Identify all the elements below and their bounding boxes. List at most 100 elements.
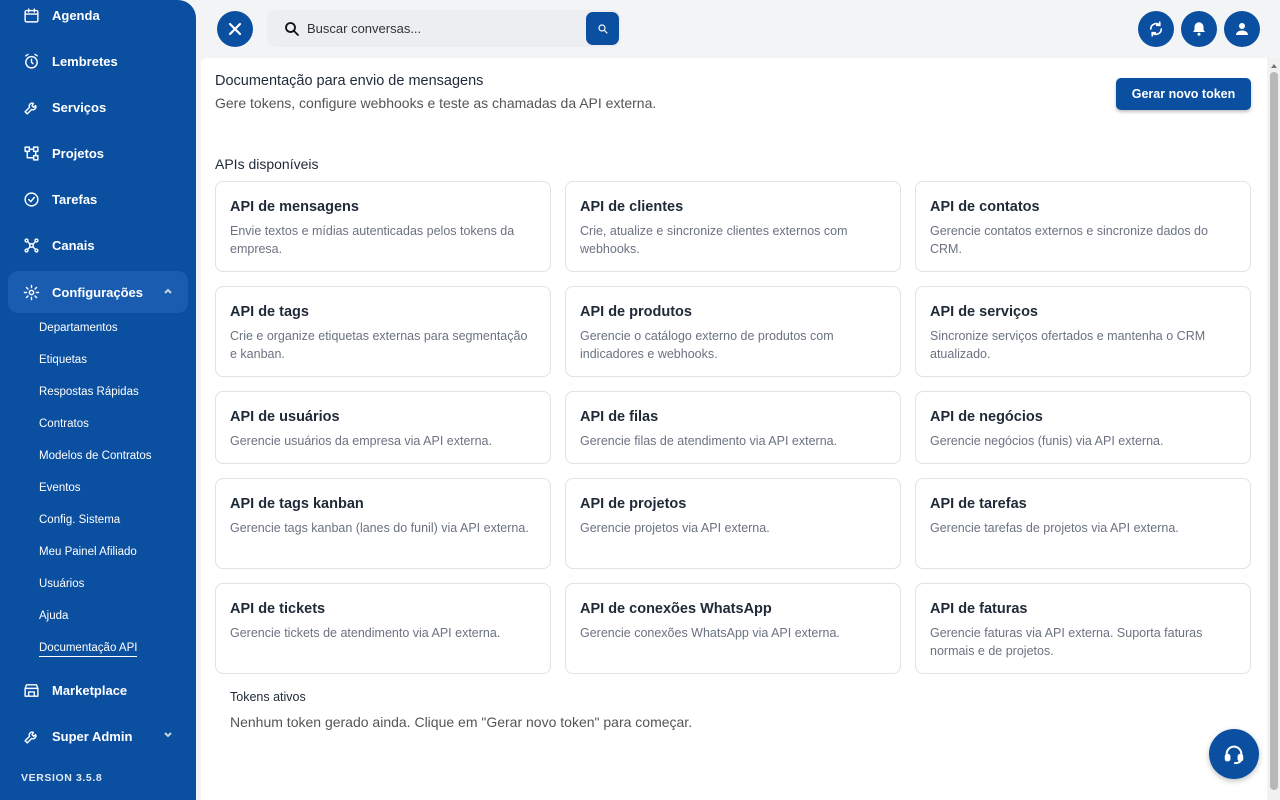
headset-icon <box>1224 745 1244 765</box>
api-card-description: Crie e organize etiquetas externas para … <box>230 329 528 361</box>
sidebar-subitem-etiquetas[interactable]: Etiquetas <box>39 354 87 366</box>
scrollbar-thumb[interactable] <box>1270 72 1278 790</box>
sidebar-subitem-documentacao-api[interactable]: Documentação API <box>39 642 138 657</box>
api-card-description: Gerencie tarefas de projetos via API ext… <box>930 521 1179 535</box>
sidebar: Agenda Lembretes Serviços Projetos Taref… <box>0 0 196 800</box>
api-card-servicos[interactable]: API de serviços Sincronize serviços ofer… <box>915 286 1251 377</box>
api-card-title: API de filas <box>580 409 659 425</box>
api-card-projetos[interactable]: API de projetos Gerencie projetos via AP… <box>565 478 901 569</box>
search-icon <box>283 20 301 38</box>
api-card-conexoes-whatsapp[interactable]: API de conexões WhatsApp Gerencie conexõ… <box>565 583 901 674</box>
api-card-title: API de faturas <box>930 601 1028 617</box>
api-card-produtos[interactable]: API de produtos Gerencie o catálogo exte… <box>565 286 901 377</box>
generate-token-button[interactable]: Gerar novo token <box>1116 78 1251 110</box>
sidebar-item-tarefas[interactable]: Tarefas <box>8 178 188 220</box>
sidebar-subitem-modelos-de-contratos[interactable]: Modelos de Contratos <box>39 450 152 462</box>
search-bar <box>267 10 621 47</box>
notifications-button[interactable] <box>1181 11 1217 47</box>
api-card-tickets[interactable]: API de tickets Gerencie tickets de atend… <box>215 583 551 674</box>
api-card-description: Gerencie o catálogo externo de produtos … <box>580 329 834 361</box>
tokens-section-title: Tokens ativos <box>230 690 306 704</box>
sidebar-item-label: Super Admin <box>52 728 133 744</box>
main-scrollbar[interactable] <box>1268 58 1280 800</box>
user-profile-button[interactable] <box>1224 11 1260 47</box>
api-card-title: API de negócios <box>930 409 1043 425</box>
api-card-negocios[interactable]: API de negócios Gerencie negócios (funis… <box>915 391 1251 464</box>
api-card-title: API de contatos <box>930 199 1040 215</box>
api-card-mensagens[interactable]: API de mensagens Envie textos e mídias a… <box>215 181 551 272</box>
api-card-title: API de serviços <box>930 304 1038 320</box>
wrench-icon <box>22 727 40 745</box>
sidebar-subitem-ajuda[interactable]: Ajuda <box>39 610 68 622</box>
api-card-title: API de tags kanban <box>230 496 364 512</box>
api-card-title: API de projetos <box>580 496 687 512</box>
apis-section-title: APIs disponíveis <box>215 156 319 172</box>
api-card-title: API de tags <box>230 304 309 320</box>
scroll-up-arrow-icon[interactable] <box>1271 64 1277 68</box>
main-panel: Documentação para envio de mensagens Ger… <box>201 58 1267 800</box>
api-card-filas[interactable]: API de filas Gerencie filas de atendimen… <box>565 391 901 464</box>
sidebar-subitem-usuarios[interactable]: Usuários <box>39 578 84 590</box>
alarm-clock-icon <box>22 52 40 70</box>
tokens-empty-message: Nenhum token gerado ainda. Clique em "Ge… <box>230 714 693 730</box>
api-card-description: Gerencie faturas via API externa. Suport… <box>930 626 1203 658</box>
search-icon <box>597 23 608 34</box>
api-card-usuarios[interactable]: API de usuários Gerencie usuários da emp… <box>215 391 551 464</box>
version-label: VERSION 3.5.8 <box>21 772 103 784</box>
api-card-title: API de clientes <box>580 199 684 215</box>
page-subtitle: Gere tokens, configure webhooks e teste … <box>215 95 657 111</box>
sidebar-subitem-respostas-rapidas[interactable]: Respostas Rápidas <box>39 386 139 398</box>
api-card-title: API de mensagens <box>230 199 359 215</box>
sidebar-subitem-departamentos[interactable]: Departamentos <box>39 322 118 334</box>
refresh-button[interactable] <box>1138 11 1174 47</box>
sidebar-item-label: Canais <box>52 237 95 253</box>
chevron-down-icon[interactable] <box>162 729 174 741</box>
api-card-title: API de tarefas <box>930 496 1027 512</box>
api-card-tags-kanban[interactable]: API de tags kanban Gerencie tags kanban … <box>215 478 551 569</box>
bell-icon <box>1193 22 1205 36</box>
page-title: Documentação para envio de mensagens <box>215 73 484 89</box>
api-card-description: Gerencie tags kanban (lanes do funil) vi… <box>230 521 529 535</box>
api-card-title: API de tickets <box>230 601 326 617</box>
api-card-description: Crie, atualize e sincronize clientes ext… <box>580 224 848 256</box>
sidebar-item-marketplace[interactable]: Marketplace <box>8 669 188 711</box>
sidebar-item-label: Agenda <box>52 7 100 23</box>
api-card-description: Gerencie tickets de atendimento via API … <box>230 626 501 640</box>
sidebar-subitem-contratos[interactable]: Contratos <box>39 418 89 430</box>
user-icon <box>1236 23 1248 35</box>
wrench-icon <box>22 98 40 116</box>
sidebar-subitem-config-sistema[interactable]: Config. Sistema <box>39 514 120 526</box>
api-card-description: Sincronize serviços ofertados e mantenha… <box>930 329 1206 361</box>
search-input[interactable] <box>307 21 577 36</box>
sidebar-item-canais[interactable]: Canais <box>8 224 188 266</box>
sidebar-item-label: Marketplace <box>52 682 128 698</box>
api-card-title: API de conexões WhatsApp <box>580 601 772 617</box>
api-card-description: Gerencie filas de atendimento via API ex… <box>580 434 838 448</box>
support-chat-button[interactable] <box>1209 729 1259 779</box>
sidebar-item-servicos[interactable]: Serviços <box>8 86 188 128</box>
sidebar-item-label: Lembretes <box>52 53 118 69</box>
sidebar-item-label: Projetos <box>52 145 105 161</box>
api-card-tags[interactable]: API de tags Crie e organize etiquetas ex… <box>215 286 551 377</box>
network-icon <box>22 236 40 254</box>
api-card-tarefas[interactable]: API de tarefas Gerencie tarefas de proje… <box>915 478 1251 569</box>
sidebar-item-label: Serviços <box>52 99 107 115</box>
sidebar-item-super-admin[interactable]: Super Admin <box>8 715 188 757</box>
sidebar-item-lembretes[interactable]: Lembretes <box>8 40 188 82</box>
sidebar-item-agenda[interactable]: Agenda <box>8 0 188 36</box>
api-card-faturas[interactable]: API de faturas Gerencie faturas via API … <box>915 583 1251 674</box>
refresh-icon <box>1149 21 1163 37</box>
sidebar-subitem-meu-painel-afiliado[interactable]: Meu Painel Afiliado <box>39 546 137 558</box>
sidebar-item-label: Configurações <box>52 284 144 300</box>
search-submit-button[interactable] <box>586 12 619 45</box>
check-circle-icon <box>22 190 40 208</box>
sidebar-item-configuracoes[interactable]: Configurações <box>8 271 188 313</box>
sidebar-subitem-eventos[interactable]: Eventos <box>39 482 81 494</box>
api-card-clientes[interactable]: API de clientes Crie, atualize e sincron… <box>565 181 901 272</box>
sidebar-item-projetos[interactable]: Projetos <box>8 132 188 174</box>
close-button[interactable] <box>217 11 253 47</box>
api-card-contatos[interactable]: API de contatos Gerencie contatos extern… <box>915 181 1251 272</box>
api-card-description: Gerencie conexões WhatsApp via API exter… <box>580 626 840 640</box>
chevron-up-icon[interactable] <box>162 285 174 297</box>
close-icon <box>228 22 242 36</box>
